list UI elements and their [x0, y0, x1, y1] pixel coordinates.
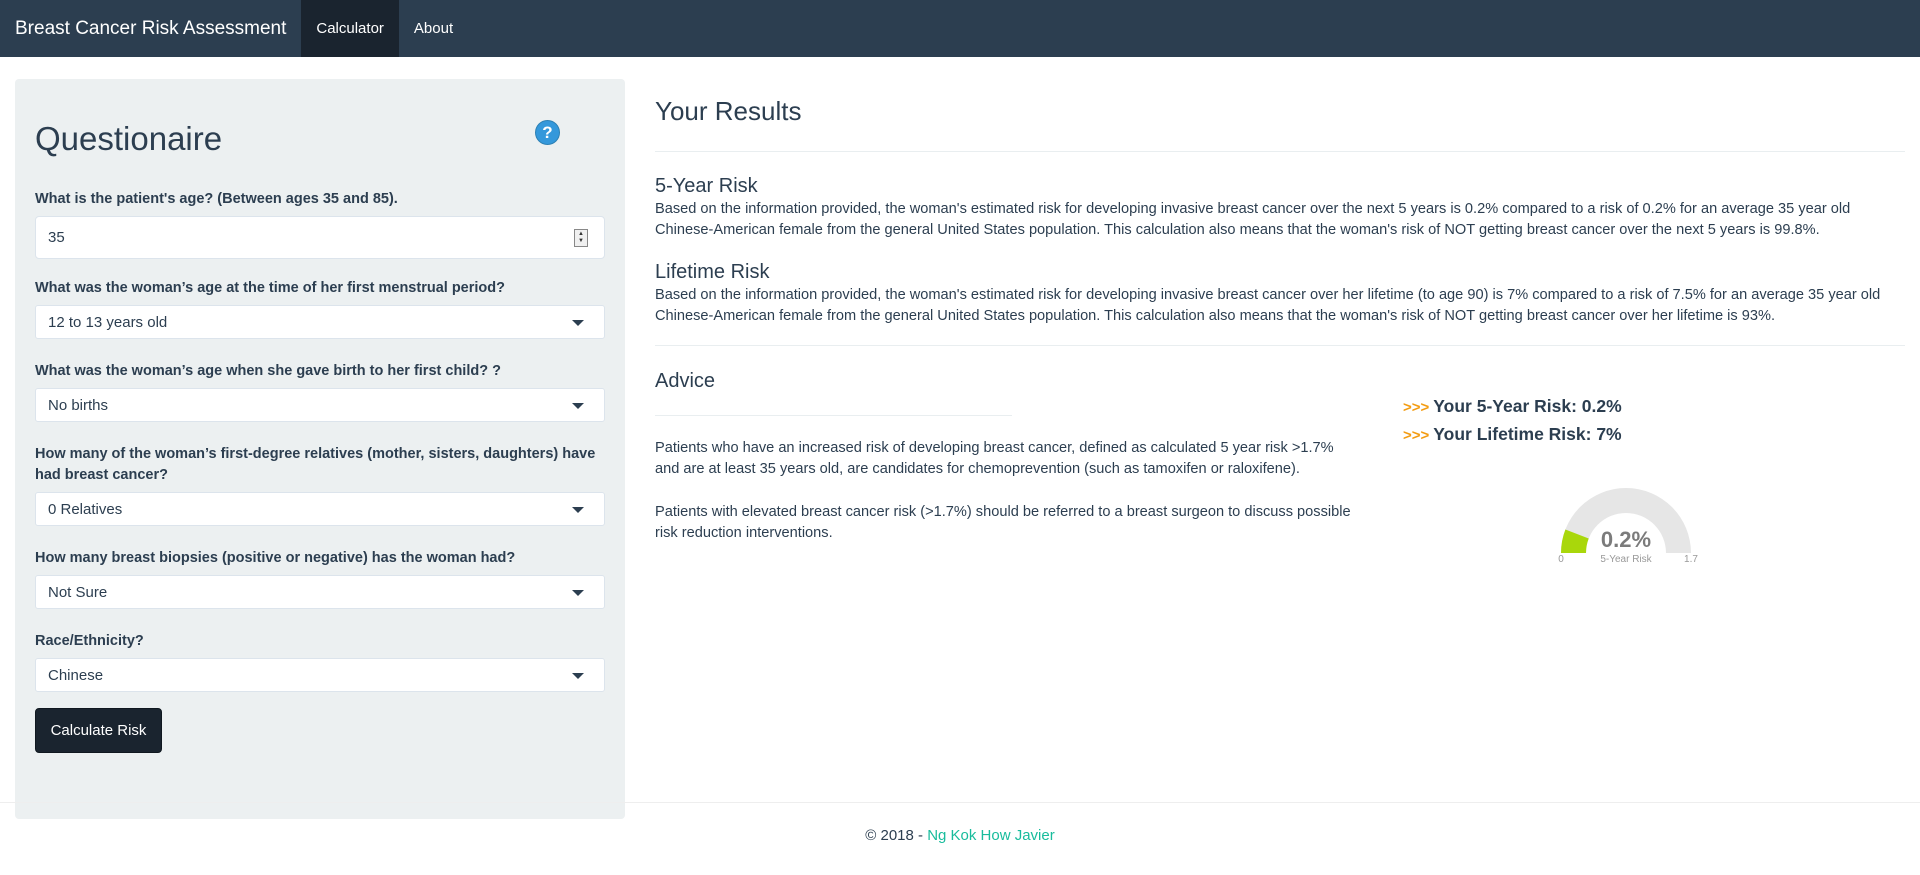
- menarche-select[interactable]: 12 to 13 years old: [35, 305, 605, 339]
- lifetime-risk-title: Lifetime Risk: [655, 261, 770, 283]
- biopsies-select[interactable]: Not Sure: [35, 575, 605, 609]
- navbar-brand[interactable]: Breast Cancer Risk Assessment: [0, 0, 301, 57]
- footer-text: © 2018 - Ng Kok How Javier: [0, 827, 1920, 844]
- relatives-label: How many of the woman’s first-degree rel…: [35, 446, 596, 483]
- race-label: Race/Ethnicity?: [35, 633, 144, 649]
- relatives-value: 0 Relatives: [48, 500, 123, 518]
- biopsies-value: Not Sure: [48, 583, 108, 601]
- gauge-min-label: 0: [1558, 554, 1564, 565]
- lifetime-risk-text: Based on the information provided, the w…: [655, 287, 1881, 324]
- menarche-value: 12 to 13 years old: [48, 313, 168, 331]
- questionnaire-title: Questionaire: [35, 120, 223, 157]
- results-section: Your Results 5-Year Risk Based on the in…: [655, 77, 1905, 664]
- chevron-down-icon: [572, 403, 584, 409]
- divider: [655, 345, 1905, 346]
- race-value: Chinese: [48, 666, 104, 684]
- chevron-down-icon: [572, 673, 584, 679]
- lifetime-risk-summary-text: Your Lifetime Risk: 7%: [1433, 424, 1622, 444]
- age-stepper-icon[interactable]: ▲ ▼: [574, 229, 588, 247]
- navbar: Breast Cancer Risk Assessment Calculator…: [0, 0, 1920, 57]
- age-input[interactable]: 35 ▲ ▼: [35, 216, 605, 259]
- advice-title: Advice: [655, 370, 716, 392]
- questionnaire-panel: Questionaire ? What is the patient's age…: [15, 79, 625, 819]
- copyright-text: © 2018 -: [865, 827, 928, 844]
- main-content: Questionaire ? What is the patient's age…: [0, 57, 1920, 819]
- calculate-risk-button[interactable]: Calculate Risk: [35, 708, 162, 753]
- menarche-label: What was the woman’s age at the time of …: [35, 280, 505, 296]
- footer: © 2018 - Ng Kok How Javier: [0, 802, 1920, 844]
- biopsies-label: How many breast biopsies (positive or ne…: [35, 550, 516, 566]
- chevron-down-icon: [572, 507, 584, 513]
- five-year-risk-title: 5-Year Risk: [655, 175, 758, 197]
- divider: [655, 151, 1905, 152]
- lifetime-risk-summary: >>> Your Lifetime Risk: 7%: [1403, 421, 1823, 449]
- nav-tab-about[interactable]: About: [399, 0, 468, 57]
- divider: [655, 415, 1012, 416]
- risk-gauge: 0.2% 5-Year Risk 0 1.7: [1558, 488, 1698, 565]
- relatives-select[interactable]: 0 Relatives: [35, 492, 605, 526]
- first-birth-select[interactable]: No births: [35, 388, 605, 422]
- age-label: What is the patient's age? (Between ages…: [35, 191, 398, 207]
- first-birth-label: What was the woman’s age when she gave b…: [35, 363, 501, 379]
- chevron-down-icon: [572, 590, 584, 596]
- age-value: 35: [48, 229, 65, 246]
- risk-summary: >>> Your 5-Year Risk: 0.2% >>> Your Lifeti…: [1403, 393, 1823, 565]
- five-year-risk-text: Based on the information provided, the w…: [655, 201, 1851, 238]
- gauge-value-label: 0.2%: [1601, 527, 1651, 552]
- five-year-risk-summary-text: Your 5-Year Risk: 0.2%: [1433, 396, 1622, 416]
- advice-paragraph-2: Patients with elevated breast cancer ris…: [655, 504, 1351, 541]
- gauge-max-label: 1.7: [1684, 554, 1698, 565]
- help-icon[interactable]: ?: [535, 120, 560, 145]
- race-select[interactable]: Chinese: [35, 658, 605, 692]
- nav-tab-calculator[interactable]: Calculator: [301, 0, 399, 57]
- results-title: Your Results: [655, 96, 802, 126]
- chevron-down-icon: [572, 320, 584, 326]
- arrows-icon: >>>: [1403, 399, 1430, 416]
- five-year-risk-summary: >>> Your 5-Year Risk: 0.2%: [1403, 393, 1823, 421]
- arrows-icon: >>>: [1403, 427, 1430, 444]
- author-link[interactable]: Ng Kok How Javier: [927, 827, 1055, 844]
- gauge-caption: 5-Year Risk: [1600, 554, 1652, 565]
- first-birth-value: No births: [48, 396, 109, 414]
- advice-paragraph-1: Patients who have an increased risk of d…: [655, 440, 1334, 477]
